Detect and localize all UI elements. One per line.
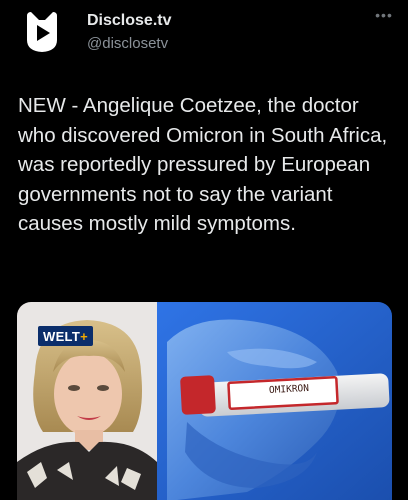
- welt-badge: WELT+: [38, 326, 93, 346]
- more-options-button[interactable]: •••: [374, 7, 394, 24]
- tweet-media-image[interactable]: WELT+ OMIKRON: [17, 302, 392, 500]
- welt-badge-plus: +: [80, 329, 88, 344]
- disclose-play-logo-icon: [27, 12, 57, 52]
- welt-badge-text: WELT: [43, 329, 81, 344]
- avatar[interactable]: [20, 10, 64, 54]
- more-horizontal-icon: •••: [375, 7, 393, 23]
- account-name[interactable]: Disclose.tv: [87, 12, 171, 30]
- tweet: Disclose.tv @disclosetv ••• NEW - Angeli…: [0, 0, 408, 500]
- account-handle[interactable]: @disclosetv: [87, 35, 168, 52]
- tweet-text: NEW - Angelique Coetzee, the doctor who …: [18, 94, 388, 235]
